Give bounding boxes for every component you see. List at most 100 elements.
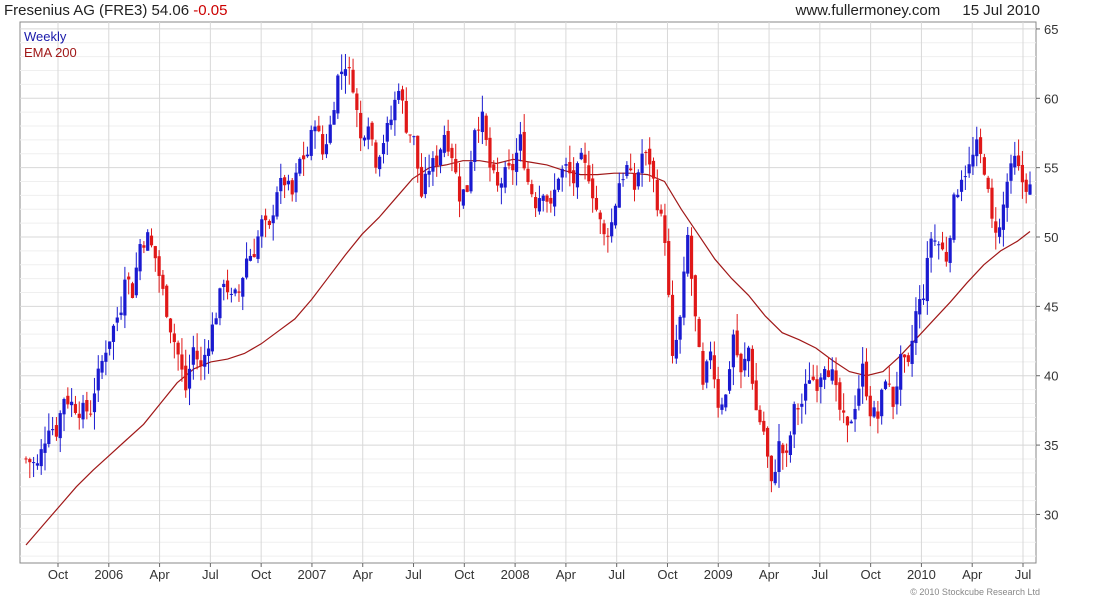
candle-body (959, 179, 964, 192)
candle-body (89, 413, 93, 415)
x-tick-label: Apr (556, 567, 577, 582)
candle-body (476, 129, 481, 131)
candle-body (940, 242, 945, 250)
candle-body (785, 450, 789, 453)
candle-body (100, 360, 104, 373)
candle-body (697, 319, 701, 348)
candle-body (689, 235, 694, 279)
candle-body (522, 131, 526, 169)
candle-body (290, 180, 294, 195)
y-tick-label: 60 (1044, 91, 1058, 106)
candle-body (598, 212, 602, 220)
candle-body (663, 215, 667, 244)
candle-body (899, 354, 903, 390)
candle-body (1028, 184, 1032, 195)
x-tick-label: 2008 (501, 567, 530, 582)
candle-body (111, 325, 116, 342)
x-tick-label: Jul (1015, 567, 1032, 582)
candle-body (191, 347, 195, 365)
candle-body (682, 271, 686, 318)
candle-body (431, 158, 435, 172)
candle-body (986, 177, 990, 190)
y-tick-label: 40 (1044, 369, 1058, 384)
candle-body (804, 383, 808, 401)
candle-body (225, 280, 230, 293)
candle-body (971, 154, 975, 167)
candle-body (317, 125, 321, 132)
x-tick-label: Jul (202, 567, 219, 582)
candle-body (351, 69, 355, 93)
candle-body (845, 416, 850, 426)
candle-body (625, 165, 629, 177)
candle-body (461, 189, 465, 206)
candle-body (678, 316, 682, 340)
candle-body (530, 184, 534, 195)
candle-body (591, 178, 595, 199)
candle-body (195, 350, 199, 360)
candle-body (762, 420, 766, 432)
x-tick-label: Jul (608, 567, 625, 582)
candle-body (214, 318, 218, 325)
candle-body (705, 361, 709, 383)
candle-body (302, 155, 306, 160)
candle-body (610, 222, 614, 237)
candle-body (378, 156, 382, 170)
candle-body (309, 129, 313, 156)
x-tick-label: Jul (812, 567, 829, 582)
candle-body (857, 388, 861, 406)
candle-body (484, 115, 488, 140)
candle-body (526, 168, 530, 183)
candle-body (937, 244, 941, 246)
candle-body (206, 348, 211, 356)
candle-body (495, 171, 500, 186)
candle-body (77, 413, 81, 418)
candle-body (176, 342, 180, 355)
candle-body (537, 198, 542, 212)
candle-body (948, 238, 952, 263)
candle-body (564, 164, 568, 166)
x-tick-label: Apr (353, 567, 374, 582)
candle-body (777, 441, 781, 472)
candle-body (800, 403, 804, 407)
legend-weekly: Weekly (24, 29, 67, 44)
x-tick-label: Oct (657, 567, 678, 582)
candle-body (400, 89, 405, 101)
candle-body (51, 429, 55, 431)
candle-body (997, 227, 1002, 237)
candle-body (651, 160, 656, 179)
y-tick-label: 55 (1044, 161, 1058, 176)
candle-body (758, 409, 762, 423)
candle-body (343, 69, 348, 76)
candle-body (393, 99, 397, 121)
candle-body (655, 179, 659, 211)
candle-body (256, 236, 260, 259)
candle-body (404, 100, 408, 133)
candle-body (944, 251, 948, 262)
candle-body (1001, 204, 1005, 230)
candle-body (727, 369, 732, 391)
candle-body (359, 112, 363, 139)
candle-body (823, 368, 827, 380)
candle-body (811, 376, 815, 380)
candle-body (260, 219, 264, 237)
candle-body (750, 348, 754, 384)
candle-body (241, 277, 245, 297)
candle-body (385, 123, 389, 142)
candle-body (575, 163, 580, 188)
candle-body (511, 163, 515, 171)
x-tick-label: 2006 (94, 567, 123, 582)
candle-body (594, 197, 599, 210)
candle-body (568, 162, 572, 174)
candle-body (119, 312, 123, 316)
candle-body (416, 135, 420, 169)
candle-body (457, 176, 462, 202)
candle-body (81, 402, 85, 420)
candle-body (218, 288, 222, 319)
candle-body (32, 462, 36, 464)
candle-body (233, 289, 237, 294)
candle-body (153, 246, 157, 259)
candle-body (271, 215, 275, 224)
candle-body (180, 354, 184, 370)
candle-body (66, 395, 70, 405)
candle-body (583, 154, 587, 163)
